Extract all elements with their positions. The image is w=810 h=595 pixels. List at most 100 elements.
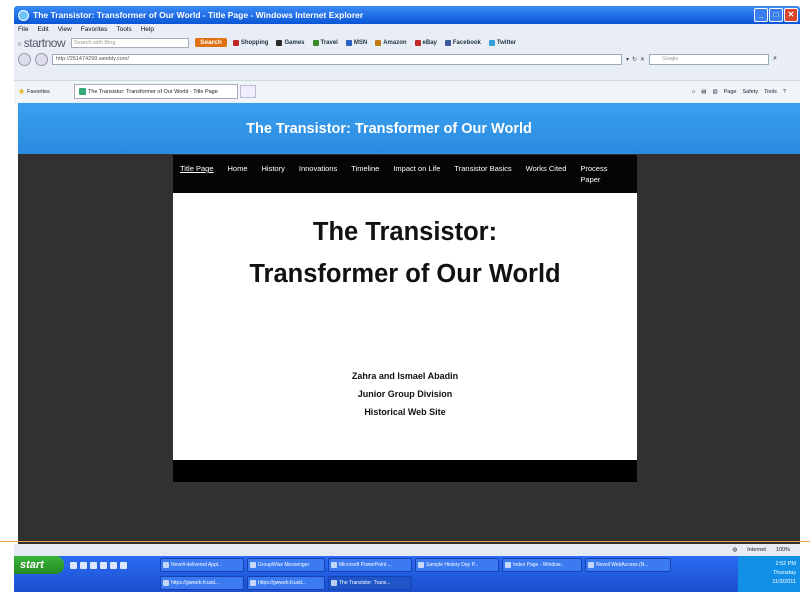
quick-launch-icon[interactable] (70, 561, 77, 569)
quick-launch-icon[interactable] (90, 561, 97, 569)
forward-button[interactable] (35, 52, 48, 66)
menu-edit[interactable]: Edit (37, 26, 48, 33)
google-search-input[interactable]: Google (649, 53, 770, 65)
msn-icon (345, 39, 352, 46)
minimize-button[interactable]: _ (754, 8, 768, 22)
taskbar: start Novell-delivered Appl... GroupWise … (14, 556, 800, 592)
nav-history[interactable]: History (262, 163, 285, 174)
page-menu[interactable]: Page (724, 89, 737, 95)
site-nav: Title Page Home History Innovations Timeline… (173, 155, 637, 193)
taskbar-button[interactable]: Novell-delivered Appl... (160, 558, 244, 572)
globe-icon: ◍ (732, 547, 738, 553)
clock-day: Thursday (773, 570, 796, 576)
new-tab-button[interactable] (240, 85, 256, 98)
taskbar-buttons: Novell-delivered Appl... GroupWise Messen… (160, 558, 720, 592)
nav-innovations[interactable]: Innovations (299, 163, 337, 174)
taskbar-button[interactable]: https://gwweb.fcusd... (247, 576, 325, 590)
quick-launch-icon[interactable] (110, 561, 117, 569)
toolbar-link-travel[interactable]: Travel (312, 39, 338, 46)
ie-icon (18, 9, 29, 21)
taskbar-button[interactable]: The Transistor: Trans... (328, 576, 412, 590)
menu-file[interactable]: File (18, 26, 28, 33)
toolbar-link-shopping[interactable]: Shopping (232, 39, 268, 46)
toolbar-link-games[interactable]: Games (276, 39, 305, 46)
nav-timeline[interactable]: Timeline (351, 163, 379, 174)
menu-view[interactable]: View (58, 26, 72, 33)
facebook-icon (444, 39, 451, 46)
games-icon (276, 39, 283, 46)
quick-launch-icon[interactable] (120, 561, 127, 569)
command-bar: ⌂ ▤ ▥ Page Safety Tools ? (692, 89, 800, 95)
dropdown-icon[interactable]: ▾ (626, 56, 629, 63)
startnow-toolbar: × startnow Search with Bing Search Shoppi… (14, 35, 800, 50)
favorites-button[interactable]: ★ Favorites (14, 87, 74, 96)
menu-tools[interactable]: Tools (116, 26, 131, 33)
page-content: The Transistor: Transformer of Our World… (173, 193, 637, 460)
quick-launch (64, 556, 133, 574)
status-bar: ◍ Internet 100% (14, 544, 800, 556)
toolbar-link-amazon[interactable]: Amazon (375, 39, 407, 46)
print-icon[interactable]: ▥ (712, 89, 717, 95)
quick-launch-icon[interactable] (100, 561, 107, 569)
favorites-bar: ★ Favorites The Transistor: Transformer … (14, 80, 800, 102)
clock-date: 11/3/2011 (772, 579, 796, 585)
taskbar-row-2: https://gwweb.fcusd... https://gwweb.fcus… (160, 576, 720, 590)
browser-tab[interactable]: The Transistor: Transformer of Our World… (74, 84, 238, 99)
site-header: The Transistor: Transformer of Our World (18, 103, 800, 154)
toolbar-search-button[interactable]: Search (195, 38, 227, 47)
taskbar-button[interactable]: Novell WebAccess (N... (585, 558, 671, 572)
ebay-icon (414, 39, 421, 46)
amazon-icon (375, 39, 382, 46)
page-icon (79, 88, 86, 95)
back-button[interactable] (18, 52, 31, 66)
taskbar-button[interactable]: https://gwweb.fcusd... (160, 576, 244, 590)
site-title[interactable]: The Transistor: Transformer of Our World (246, 121, 532, 137)
toolbar-link-facebook[interactable]: Facebook (444, 39, 481, 46)
page-heading-line2: Transformer of Our World (249, 260, 561, 288)
startnow-logo[interactable]: × startnow (17, 36, 66, 50)
web-page: The Transistor: Transformer of Our World… (18, 103, 800, 544)
close-button[interactable]: ✕ (784, 8, 798, 22)
clock-time[interactable]: 2:52 PM (738, 560, 796, 569)
toolbar-link-twitter[interactable]: Twitter (488, 39, 516, 46)
nav-impact-on-life[interactable]: Impact on Life (393, 163, 440, 174)
twitter-icon (488, 39, 495, 46)
credit-authors: Zahra and Ismael Abadin (351, 371, 459, 381)
zoom-level[interactable]: 100% (776, 547, 790, 553)
start-button[interactable]: start (14, 556, 64, 574)
nav-title-page[interactable]: Title Page (180, 163, 214, 174)
help-icon[interactable]: ? (783, 89, 786, 95)
menu-favorites[interactable]: Favorites (81, 26, 108, 33)
home-icon[interactable]: ⌂ (692, 89, 695, 95)
toolbar-search-input[interactable]: Search with Bing (71, 37, 190, 48)
maximize-button[interactable]: □ (769, 8, 783, 22)
taskbar-button[interactable]: Sample History Day P... (415, 558, 499, 572)
feeds-icon[interactable]: ▤ (701, 89, 706, 95)
zone-label: Internet (747, 547, 766, 553)
taskbar-button[interactable]: Index Page - Window... (502, 558, 582, 572)
stop-icon[interactable]: ✕ (640, 56, 645, 63)
address-bar: http://251474299.weebly.com/ ▾ ↻ ✕ Googl… (14, 50, 800, 68)
tools-menu[interactable]: Tools (764, 89, 777, 95)
quick-launch-icon[interactable] (80, 561, 87, 569)
nav-home[interactable]: Home (228, 163, 248, 174)
credit-category: Historical Web Site (364, 407, 446, 417)
nav-process-paper[interactable]: Process Paper (580, 163, 612, 185)
credits: Zahra and Ismael Abadin Junior Group Div… (173, 367, 637, 421)
address-controls: ▾ ↻ ✕ (626, 56, 645, 63)
menu-bar: File Edit View Favorites Tools Help (14, 24, 800, 35)
tab-title: The Transistor: Transformer of Our World… (88, 88, 218, 95)
taskbar-button[interactable]: Microsoft PowerPoint ... (328, 558, 412, 572)
toolbar-link-msn[interactable]: MSN (345, 39, 367, 46)
refresh-icon[interactable]: ↻ (632, 56, 637, 63)
nav-works-cited[interactable]: Works Cited (526, 163, 567, 174)
nav-transistor-basics[interactable]: Transistor Basics (454, 163, 511, 174)
safety-menu[interactable]: Safety (743, 89, 759, 95)
url-input[interactable]: http://251474299.weebly.com/ (52, 53, 622, 65)
taskbar-button[interactable]: GroupWise Messenger (247, 558, 325, 572)
page-heading-line1: The Transistor: (312, 218, 498, 246)
window-title-bar[interactable]: The Transistor: Transformer of Our World… (14, 6, 800, 24)
menu-help[interactable]: Help (141, 26, 154, 33)
toolbar-link-ebay[interactable]: eBay (414, 39, 437, 46)
search-icon[interactable]: ⌕ (773, 55, 777, 63)
